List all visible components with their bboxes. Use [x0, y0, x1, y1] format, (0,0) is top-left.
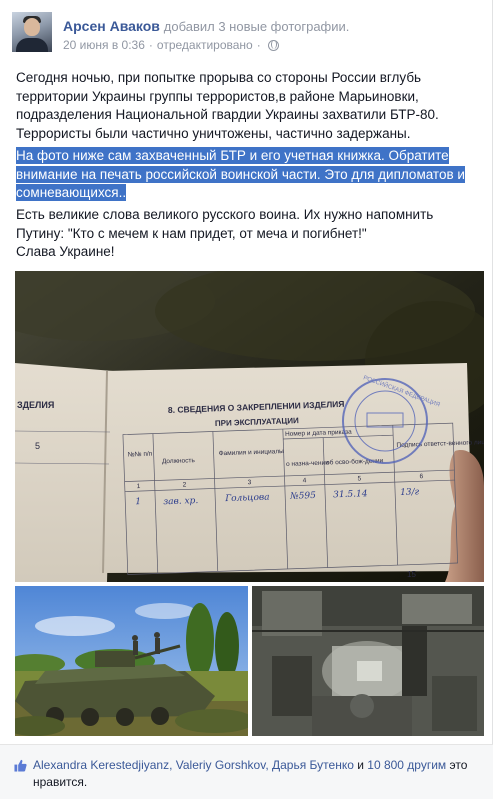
post-paragraph-3-line-2: Слава Украине! — [16, 244, 115, 259]
idx-2: 2 — [183, 481, 187, 488]
selected-text: На фото ниже сам захваченный БТР и его у… — [16, 147, 465, 201]
author-avatar[interactable] — [12, 12, 52, 52]
idx-3: 3 — [248, 479, 252, 486]
armored-vehicle-photo-svg — [15, 586, 248, 736]
avatar-face — [24, 18, 40, 36]
meta-separator: · — [148, 38, 153, 52]
handwritten-num: 1 — [135, 497, 141, 507]
author-name-link[interactable]: Арсен Аваков — [63, 18, 160, 34]
post-paragraph-2: На фото ниже сам захваченный БТР и его у… — [16, 147, 482, 203]
idx-5: 5 — [358, 475, 362, 482]
post-paragraph-3-line-1: Есть великие слова великого русского вои… — [16, 207, 434, 241]
globe-icon[interactable] — [267, 39, 279, 51]
post-paragraph-1: Сегодня ночью, при попытке прорыва со ст… — [16, 70, 439, 141]
page-number: 15 — [407, 570, 416, 579]
facebook-post: Арсен Аваков добавил 3 новые фотографии.… — [0, 0, 493, 799]
photo-booklet[interactable]: ЗДЕЛИЯ 5 8. СВЕДЕНИЯ О ЗАКРЕПЛЕНИИ ИЗДЕЛ… — [15, 271, 484, 582]
meta-separator-2: · — [256, 38, 261, 52]
post-date-link[interactable]: 20 июня в 0:36 — [63, 38, 145, 52]
left-page-title: ЗДЕЛИЯ — [17, 400, 54, 410]
likers-names-link[interactable]: Alexandra Kerestedjiyanz, Valeriy Gorshk… — [33, 758, 354, 772]
photo-vehicle-interior[interactable] — [252, 586, 484, 736]
photo-armored-vehicle[interactable] — [15, 586, 248, 736]
likes-bar: Alexandra Kerestedjiyanz, Valeriy Gorshk… — [0, 745, 493, 799]
likes-summary: Alexandra Kerestedjiyanz, Valeriy Gorshk… — [33, 757, 483, 791]
likes-conjunction: и — [353, 758, 368, 772]
like-thumb-icon[interactable] — [14, 759, 27, 772]
author-line: Арсен Аваков добавил 3 новые фотографии. — [63, 17, 349, 36]
avatar-suit — [16, 38, 48, 52]
post-paragraph-3: Есть великие слова великого русского вои… — [16, 206, 482, 262]
idx-1: 1 — [137, 483, 141, 490]
handwritten-position: зав. хр. — [163, 496, 198, 507]
vehicle-interior-photo-svg — [252, 586, 484, 736]
post-action-text: добавил 3 новые фотографии. — [163, 19, 350, 34]
col-position-header: Должность — [162, 457, 196, 465]
handwritten-name: Гольцова — [224, 493, 270, 505]
likes-others-link[interactable]: 10 800 другим — [367, 758, 446, 772]
handwritten-date: 31.5.14 — [333, 489, 368, 500]
post-meta: 20 июня в 0:36 · отредактировано · — [63, 38, 279, 52]
handwritten-order: №595 — [289, 491, 316, 502]
idx-6: 6 — [419, 473, 423, 480]
booklet-photo-svg: ЗДЕЛИЯ 5 8. СВЕДЕНИЯ О ЗАКРЕПЛЕНИИ ИЗДЕЛ… — [15, 271, 484, 582]
col-num-header: №№ п/п — [128, 451, 153, 459]
left-page-number: 5 — [35, 441, 40, 451]
handwritten-signature: 13/г — [400, 487, 420, 498]
edited-link[interactable]: отредактировано — [157, 38, 253, 52]
idx-4: 4 — [303, 477, 307, 484]
